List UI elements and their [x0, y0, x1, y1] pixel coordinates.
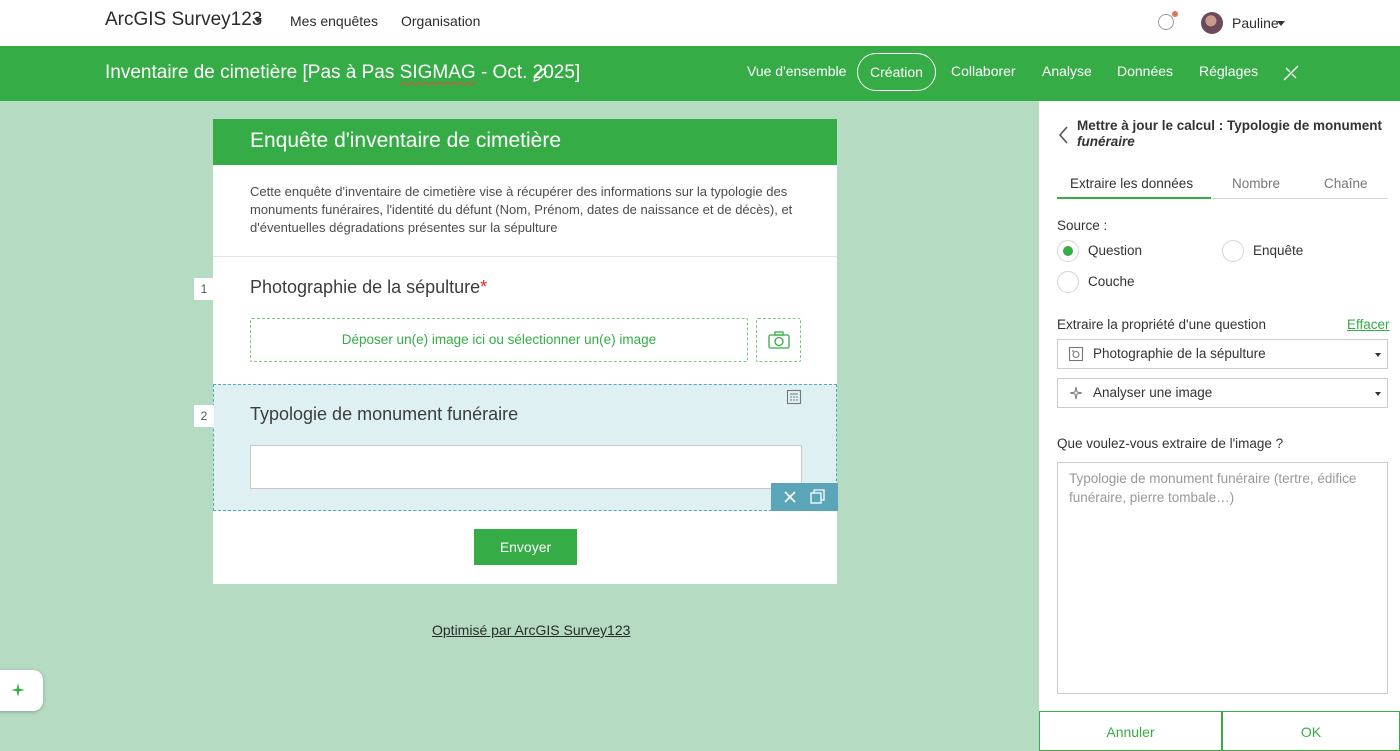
survey-title: Inventaire de cimetière [Pas à Pas SIGMA… — [105, 62, 581, 83]
sparkle-icon — [1069, 386, 1083, 400]
caret-down-icon — [1375, 353, 1381, 357]
active-tab-indicator — [1057, 197, 1211, 199]
question-toolbar — [771, 483, 838, 511]
text-input[interactable] — [250, 445, 802, 489]
calculator-icon[interactable] — [786, 389, 802, 405]
calculation-panel: Mettre à jour le calcul : Typologie de m… — [1039, 101, 1400, 751]
camera-icon — [768, 331, 790, 349]
source-label: Source : — [1057, 218, 1108, 233]
collapse-icon[interactable] — [1282, 64, 1300, 82]
notification-icon[interactable] — [1158, 11, 1178, 30]
image-icon — [1068, 346, 1084, 362]
cancel-button[interactable]: Annuler — [1039, 711, 1222, 751]
radio-layer[interactable] — [1057, 271, 1079, 293]
nav-my-surveys[interactable]: Mes enquêtes — [290, 13, 378, 29]
form-description[interactable]: Cette enquête d'inventaire de cimetière … — [250, 183, 810, 237]
submit-button[interactable]: Envoyer — [474, 529, 577, 565]
chevron-left-icon[interactable] — [1057, 125, 1069, 145]
image-dropzone[interactable]: Déposer un(e) image ici ou sélectionner … — [250, 318, 748, 362]
chevron-down-icon[interactable] — [1277, 21, 1285, 26]
form-header[interactable]: Enquête d'inventaire de cimetière — [213, 119, 837, 165]
tab-number[interactable]: Nombre — [1232, 176, 1280, 191]
action-select[interactable]: Analyser une image — [1057, 378, 1388, 408]
app-brand[interactable]: ArcGIS Survey123 — [105, 9, 262, 31]
panel-title: Mettre à jour le calcul : Typologie de m… — [1077, 118, 1383, 149]
camera-button[interactable] — [756, 318, 801, 362]
tab-settings[interactable]: Réglages — [1199, 63, 1258, 79]
powered-by-link[interactable]: Optimisé par ArcGIS Survey123 — [432, 622, 630, 638]
copy-icon[interactable] — [810, 489, 825, 504]
tab-data[interactable]: Données — [1117, 63, 1173, 79]
prompt-textarea[interactable]: Typologie de monument funéraire (tertre,… — [1057, 462, 1388, 694]
chevron-down-icon[interactable] — [254, 18, 262, 23]
tab-string[interactable]: Chaîne — [1324, 176, 1368, 191]
close-icon[interactable] — [784, 491, 796, 503]
question-select-value: Photographie de la sépulture — [1093, 346, 1266, 361]
panel-tabs: Extraire les données Nombre Chaîne — [1057, 174, 1388, 199]
caret-down-icon — [1375, 392, 1381, 396]
prompt-label: Que voulez-vous extraire de l'image ? — [1057, 436, 1284, 451]
sparkle-icon — [11, 683, 25, 697]
radio-layer-label[interactable]: Couche — [1088, 274, 1135, 289]
question-selected[interactable]: Typologie de monument funéraire — [213, 384, 838, 511]
action-select-value: Analyser une image — [1093, 385, 1213, 400]
avatar[interactable] — [1201, 12, 1223, 34]
survey-header-bar: Inventaire de cimetière [Pas à Pas SIGMA… — [0, 46, 1400, 101]
ok-button[interactable]: OK — [1222, 711, 1400, 751]
pencil-icon[interactable] — [531, 66, 549, 84]
radio-question[interactable] — [1057, 240, 1079, 262]
tab-collaborate[interactable]: Collaborer — [951, 63, 1016, 79]
question-number: 1 — [194, 278, 214, 300]
tab-analyze[interactable]: Analyse — [1042, 63, 1092, 79]
tab-overview[interactable]: Vue d'ensemble — [747, 63, 846, 79]
divider — [213, 256, 837, 257]
clear-link[interactable]: Effacer — [1347, 317, 1390, 332]
question-label[interactable]: Typologie de monument funéraire — [250, 404, 518, 425]
question-select[interactable]: Photographie de la sépulture — [1057, 339, 1388, 369]
assistant-button[interactable] — [0, 670, 43, 711]
radio-survey-label[interactable]: Enquête — [1253, 243, 1303, 258]
nav-organization[interactable]: Organisation — [401, 13, 480, 29]
question-label[interactable]: Photographie de la sépulture* — [250, 277, 487, 298]
extract-property-label: Extraire la propriété d'une question — [1057, 317, 1266, 332]
radio-survey[interactable] — [1222, 240, 1244, 262]
top-navigation: ArcGIS Survey123 Mes enquêtes Organisati… — [0, 0, 1400, 46]
question-number: 2 — [194, 405, 214, 427]
tab-extract-data[interactable]: Extraire les données — [1070, 176, 1193, 191]
user-menu[interactable]: Pauline — [1232, 15, 1279, 31]
tab-design[interactable]: Création — [857, 53, 936, 91]
survey-form: Enquête d'inventaire de cimetière Cette … — [213, 119, 838, 584]
radio-question-label[interactable]: Question — [1088, 243, 1142, 258]
